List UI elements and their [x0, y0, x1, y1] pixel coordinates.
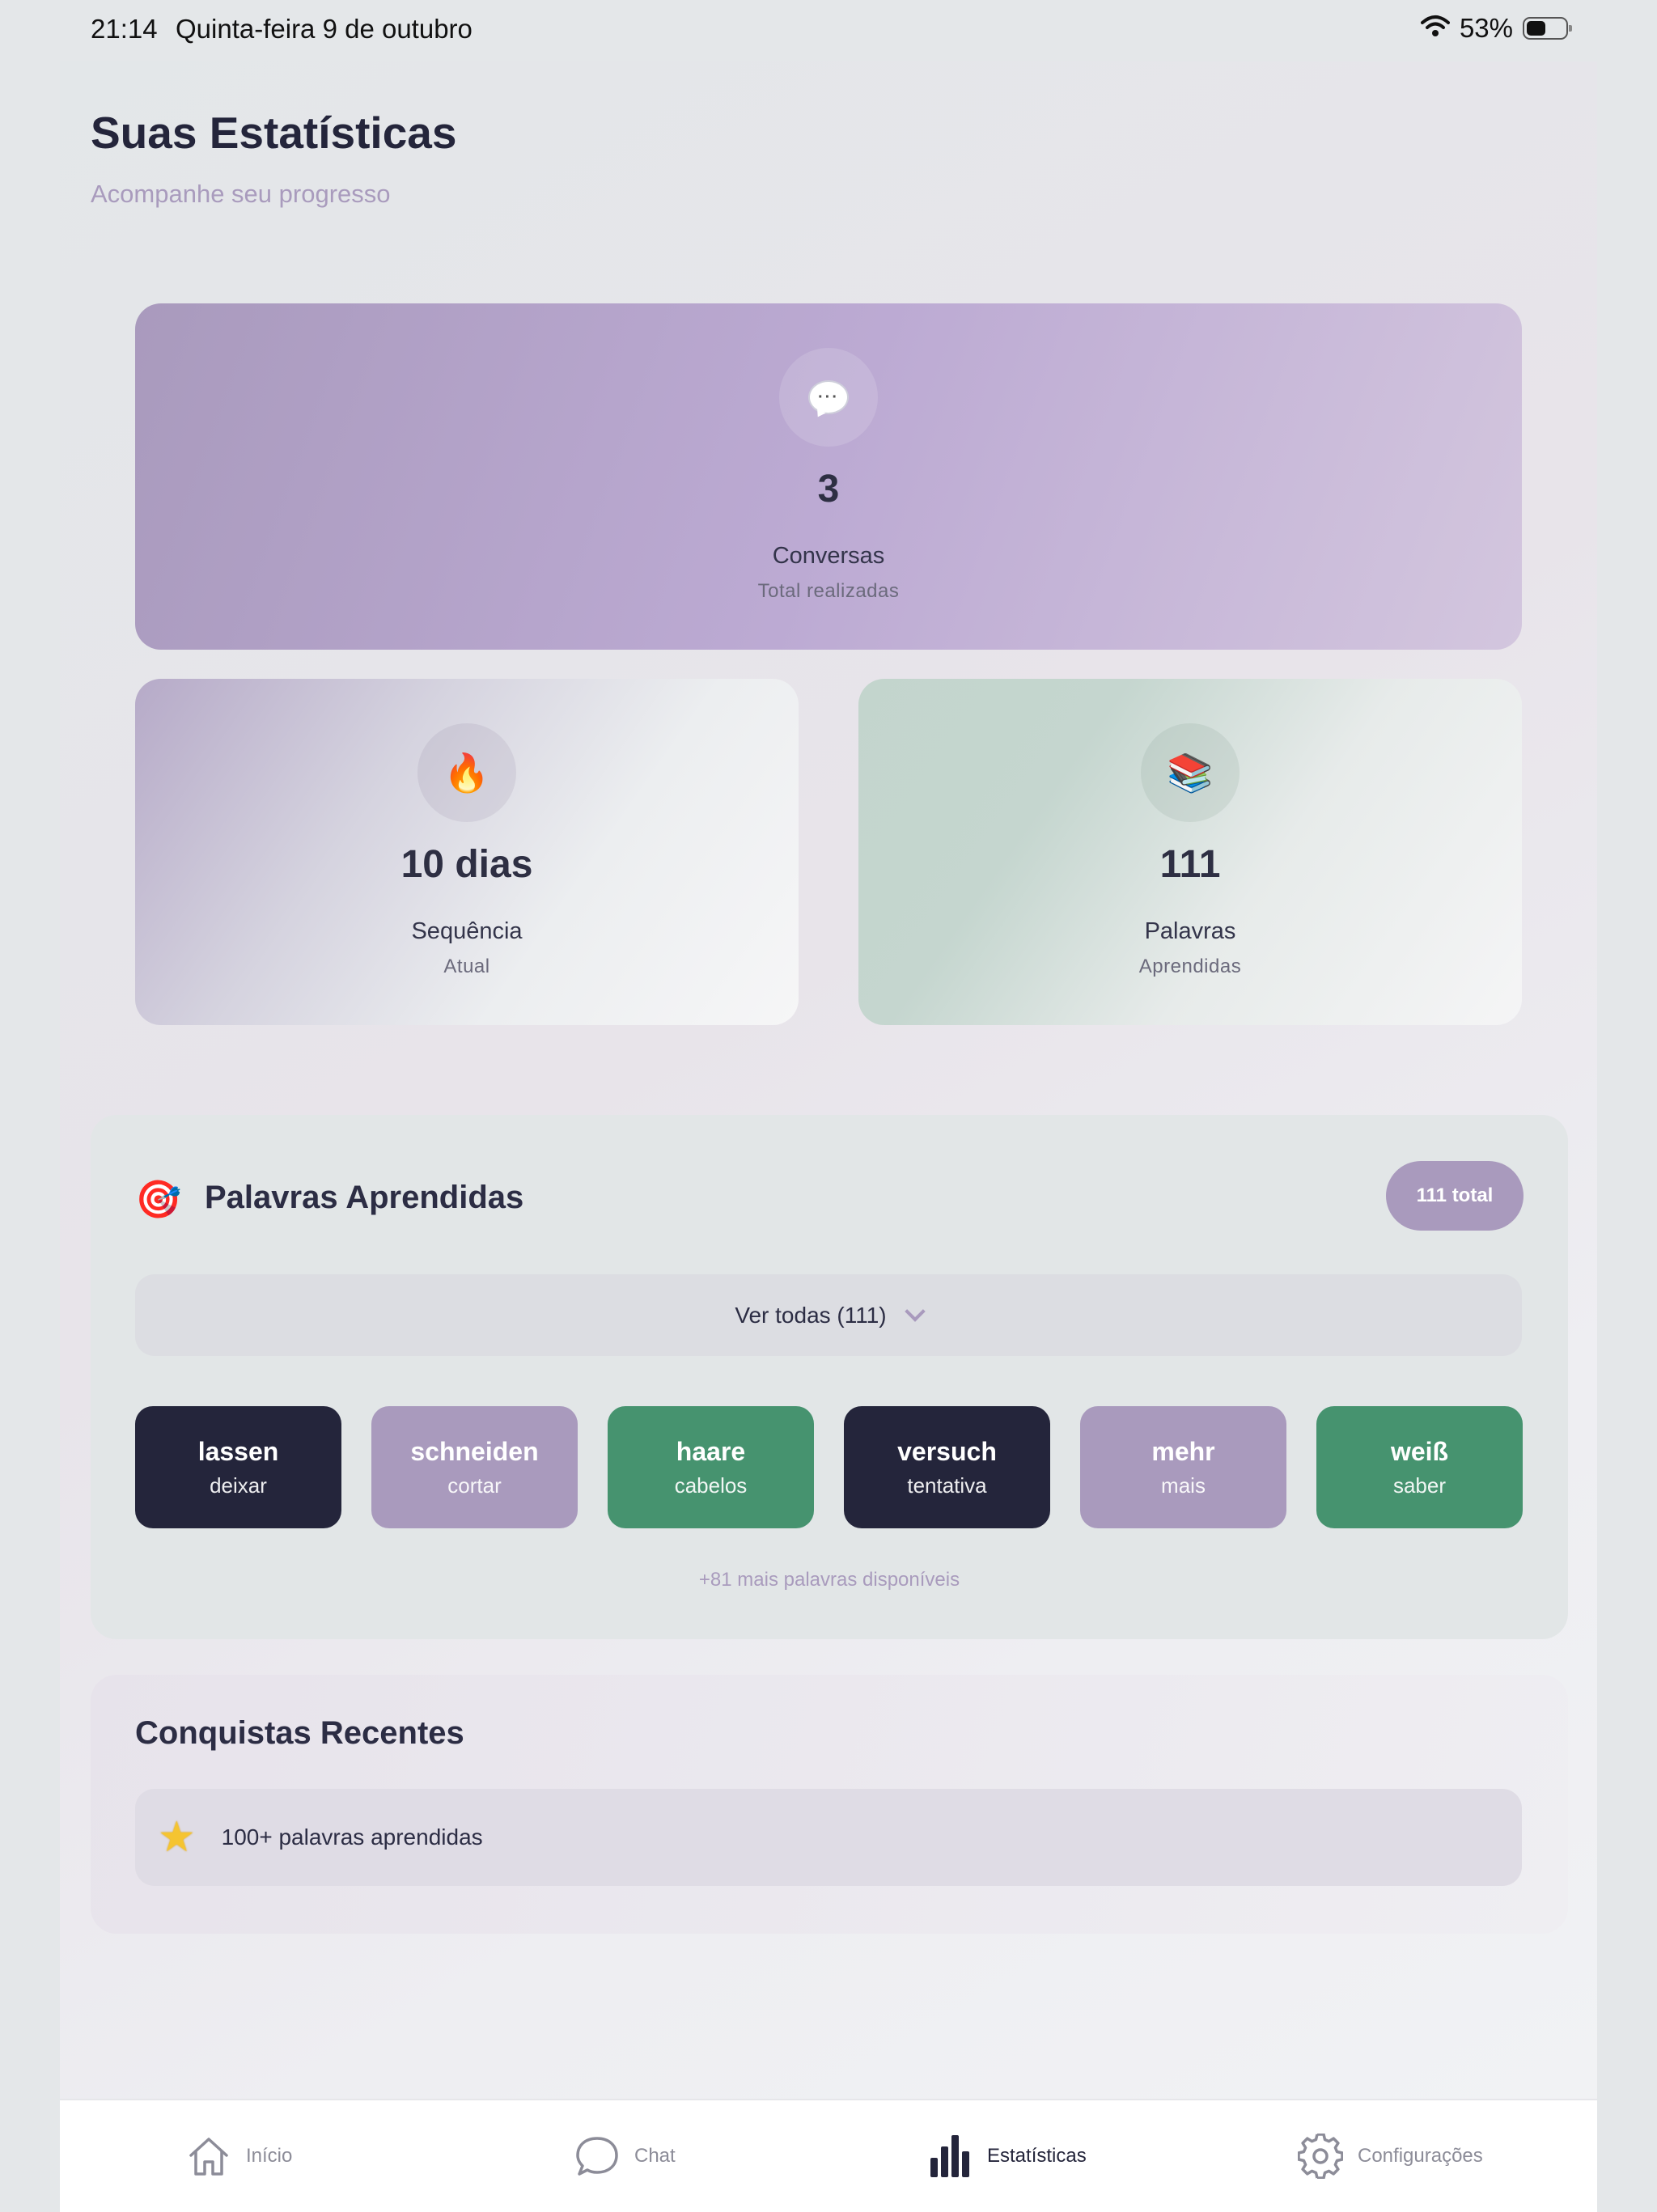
streak-card: 🔥 10 dias Sequência Atual — [135, 679, 799, 1025]
words-label: Palavras — [1144, 918, 1236, 944]
chip-word: weiß — [1390, 1436, 1449, 1466]
chip-translation: tentativa — [907, 1473, 987, 1498]
tab-chat[interactable]: Chat — [574, 2100, 676, 2212]
word-chip[interactable]: mehr mais — [1080, 1406, 1286, 1528]
achievement-item: ★ 100+ palavras aprendidas — [135, 1789, 1522, 1886]
conversations-card: ··· 3 Conversas Total realizadas — [135, 303, 1522, 650]
word-chip[interactable]: lassen deixar — [135, 1406, 341, 1528]
achievements-section: Conquistas Recentes ★ 100+ palavras apre… — [91, 1675, 1568, 1934]
tab-bar: Início Chat Estatísticas Configurações — [60, 2099, 1597, 2212]
chip-word: lassen — [197, 1436, 279, 1466]
streak-label: Sequência — [411, 918, 523, 944]
chip-word: schneiden — [410, 1436, 539, 1466]
battery-icon — [1523, 17, 1572, 40]
chip-translation: cabelos — [674, 1473, 748, 1498]
chat-icon — [574, 2134, 620, 2179]
wifi-icon — [1420, 13, 1450, 44]
chip-translation: deixar — [210, 1473, 267, 1498]
tab-settings-label: Configurações — [1358, 2145, 1483, 2167]
word-chip[interactable]: versuch tentativa — [844, 1406, 1050, 1528]
words-value: 111 — [1159, 843, 1221, 886]
books-icon: 📚 — [1141, 723, 1240, 822]
gear-icon — [1298, 2134, 1343, 2179]
tab-home-label: Início — [246, 2145, 293, 2167]
view-all-button[interactable]: Ver todas (111) — [135, 1274, 1522, 1356]
chip-translation: mais — [1161, 1473, 1206, 1498]
words-card: 📚 111 Palavras Aprendidas — [858, 679, 1522, 1025]
total-badge: 111 total — [1386, 1161, 1524, 1231]
learned-words-title: Palavras Aprendidas — [205, 1180, 524, 1215]
more-words-note: +81 mais palavras disponíveis — [698, 1569, 960, 1591]
speech-bubble-icon: ··· — [779, 348, 878, 447]
tab-stats-label: Estatísticas — [987, 2145, 1087, 2167]
home-icon — [186, 2134, 231, 2179]
achievement-text: 100+ palavras aprendidas — [221, 1824, 483, 1850]
chip-word: haare — [676, 1436, 746, 1466]
learned-words-section: 🎯 Palavras Aprendidas 111 total Ver toda… — [91, 1115, 1568, 1639]
word-chip[interactable]: haare cabelos — [608, 1406, 814, 1528]
conversations-label: Conversas — [772, 543, 885, 569]
streak-sub: Atual — [443, 956, 490, 977]
status-bar: 21:14 Quinta-feira 9 de outubro 53% — [0, 0, 1657, 61]
bar-chart-icon — [927, 2134, 973, 2179]
fire-icon: 🔥 — [417, 723, 516, 822]
conversations-value: 3 — [817, 468, 840, 511]
chip-translation: cortar — [447, 1473, 502, 1498]
tab-stats[interactable]: Estatísticas — [927, 2100, 1087, 2212]
word-chips: lassen deixar schneiden cortar haare cab… — [135, 1406, 1523, 1528]
target-icon: 🎯 — [135, 1178, 182, 1220]
tab-home[interactable]: Início — [186, 2100, 292, 2212]
chevron-down-icon — [904, 1300, 926, 1322]
streak-value: 10 dias — [400, 843, 533, 886]
battery-percent: 53% — [1459, 13, 1513, 43]
view-all-label: Ver todas (111) — [735, 1302, 887, 1328]
chip-word: mehr — [1151, 1436, 1215, 1466]
conversations-sub: Total realizadas — [757, 580, 900, 602]
achievements-title: Conquistas Recentes — [135, 1715, 464, 1751]
chip-translation: saber — [1392, 1473, 1447, 1498]
chip-word: versuch — [897, 1436, 997, 1466]
status-date: Quinta-feira 9 de outubro — [176, 14, 473, 44]
status-time: 21:14 — [91, 14, 158, 44]
tab-chat-label: Chat — [634, 2145, 676, 2167]
page-title: Suas Estatísticas — [91, 108, 457, 158]
words-sub: Aprendidas — [1138, 956, 1242, 977]
status-right: 53% — [1420, 13, 1572, 44]
tab-settings[interactable]: Configurações — [1298, 2100, 1483, 2212]
page-subtitle: Acompanhe seu progresso — [91, 180, 391, 208]
word-chip[interactable]: weiß saber — [1316, 1406, 1523, 1528]
word-chip[interactable]: schneiden cortar — [371, 1406, 578, 1528]
star-icon: ★ — [158, 1814, 196, 1861]
